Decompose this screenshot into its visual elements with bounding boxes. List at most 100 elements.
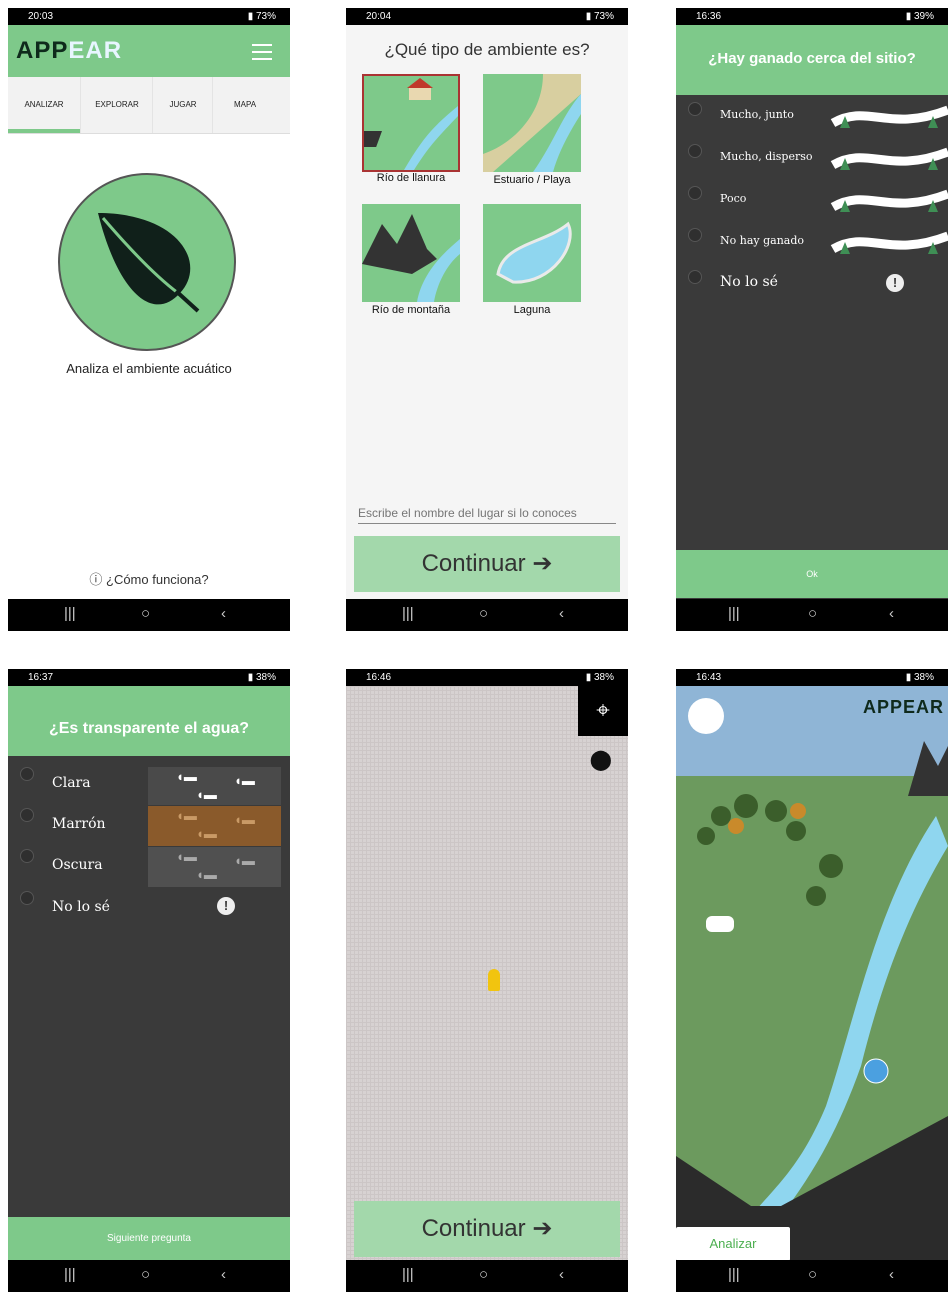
back-button[interactable]: ‹	[559, 605, 564, 622]
tab-mapa[interactable]: MAPA	[212, 77, 277, 133]
recent-apps-button[interactable]: |||	[64, 1266, 76, 1283]
screen-livestock: 16:36 ▮ 39% ¿Hay ganado cerca del sitio? …	[676, 8, 948, 631]
home-button[interactable]: ○	[479, 605, 488, 622]
rio-montana-image	[362, 204, 460, 302]
status-bar: 16:36 ▮ 39%	[676, 8, 948, 25]
question-title: ¿Qué tipo de ambiente es?	[384, 40, 590, 59]
dark-water-image: ◖▬ ◖▬ ◖▬	[148, 847, 281, 887]
recent-apps-button[interactable]: |||	[402, 605, 414, 622]
option-marron[interactable]: Marrón ◖▬ ◖▬ ◖▬	[8, 806, 290, 846]
recent-apps-button[interactable]: |||	[728, 1266, 740, 1283]
option-no-lo-se[interactable]: No lo sé !	[676, 266, 948, 306]
option-clara[interactable]: Clara ◖▬ ◖▬ ◖▬	[8, 765, 290, 805]
back-button[interactable]: ‹	[889, 1266, 894, 1283]
system-nav-bar: ||| ○ ‹	[346, 599, 628, 631]
tab-bar: ANALIZAR EXPLORAR JUGAR MAPA	[8, 77, 290, 134]
fish-icon: ◖▬	[196, 826, 217, 841]
place-name-input[interactable]	[358, 503, 616, 524]
back-button[interactable]: ‹	[889, 605, 894, 622]
rio-llanura-image	[362, 74, 460, 172]
leaf-icon	[98, 213, 200, 313]
fish-icon: ◖▬	[234, 773, 255, 788]
back-button[interactable]: ‹	[221, 605, 226, 622]
system-nav-bar: ||| ○ ‹	[8, 1260, 290, 1292]
status-bar: 16:46 ▮ 38%	[346, 669, 628, 686]
exclamation-icon: !	[217, 897, 235, 915]
home-button[interactable]: ○	[808, 605, 817, 622]
tab-jugar[interactable]: JUGAR	[152, 77, 213, 133]
how-it-works-link[interactable]: ⓘ ¿Cómo funciona?	[8, 569, 290, 588]
system-nav-bar: ||| ○ ‹	[676, 599, 948, 631]
home-button[interactable]: ○	[141, 1266, 150, 1283]
option-estuario-playa[interactable]: Estuario / Playa	[483, 74, 581, 189]
app-logo: APPEAR	[16, 37, 123, 64]
fish-icon: ◖▬	[234, 853, 255, 868]
status-bar: 20:03 ▮ 73%	[8, 8, 290, 25]
analyze-button[interactable]	[58, 173, 236, 351]
back-button[interactable]: ‹	[559, 1266, 564, 1283]
recent-apps-button[interactable]: |||	[64, 605, 76, 622]
home-button[interactable]: ○	[141, 605, 150, 622]
battery-level: 73%	[255, 11, 276, 22]
arrow-circle-icon: ➔	[532, 550, 553, 577]
tab-analizar[interactable]: ANALIZAR	[8, 77, 80, 133]
fish-icon: ◖▬	[176, 849, 197, 864]
system-nav-bar: ||| ○ ‹	[676, 1260, 948, 1292]
screen-landscape: 16:43 ▮ 38% APPEAR Analizar ||| ○ ‹	[676, 669, 948, 1292]
system-nav-bar: ||| ○ ‹	[346, 1260, 628, 1292]
clear-water-image: ◖▬ ◖▬ ◖▬	[148, 767, 281, 805]
my-location-button[interactable]: ⌖	[578, 686, 628, 736]
app-header: APPEAR	[8, 25, 290, 77]
option-mucho-junto[interactable]: Mucho, junto	[676, 98, 948, 138]
river-cattle-image	[830, 105, 948, 128]
home-button[interactable]: ○	[808, 1266, 817, 1283]
fish-icon: ◖▬	[176, 808, 197, 823]
option-laguna[interactable]: Laguna	[483, 204, 581, 319]
app-logo: APPEAR	[862, 697, 944, 717]
system-nav-bar: ||| ○ ‹	[8, 599, 290, 631]
back-button[interactable]: ‹	[221, 1266, 226, 1283]
screen-home: 20:03 ▮ 73% APPEAR ANALIZAR EXPLORAR JUGA…	[8, 8, 290, 631]
screen-water-clarity: 16:37 ▮ 38% ¿Es transparente el agua? Cla…	[8, 669, 290, 1292]
pegman-icon[interactable]	[488, 969, 500, 991]
option-rio-montana[interactable]: Río de montaña	[362, 204, 460, 319]
river-cattle-image	[830, 147, 948, 170]
next-question-button[interactable]: Siguiente pregunta	[8, 1217, 290, 1260]
exclamation-icon: !	[886, 274, 904, 292]
help-icon: ⓘ	[89, 572, 103, 587]
location-pin-icon[interactable]: ⬤	[590, 747, 612, 772]
recent-apps-button[interactable]: |||	[728, 605, 740, 622]
option-no-lo-se[interactable]: No lo sé !	[8, 889, 290, 929]
fish-icon: ◖▬	[196, 867, 217, 882]
fish-icon: ◖▬	[196, 787, 217, 802]
menu-icon[interactable]	[252, 44, 272, 60]
river-image	[830, 231, 948, 254]
continue-button[interactable]: Continuar ➔	[354, 536, 620, 592]
question-header: ¿Es transparente el agua?	[8, 686, 290, 756]
analyze-label: Analiza el ambiente acuático	[66, 361, 232, 376]
option-mucho-disperso[interactable]: Mucho, disperso	[676, 140, 948, 180]
continue-button[interactable]: Continuar ➔	[354, 1201, 620, 1257]
landscape-illustration	[676, 686, 948, 1260]
brown-water-image: ◖▬ ◖▬ ◖▬	[148, 806, 281, 846]
recent-apps-button[interactable]: |||	[402, 1266, 414, 1283]
option-rio-llanura[interactable]: Río de llanura	[362, 74, 460, 189]
screen-map: 16:46 ▮ 38% ⌖ ⬤ Continuar ➔ ||| ○ ‹	[346, 669, 628, 1292]
river-cattle-image	[830, 189, 948, 212]
estuario-image	[483, 74, 581, 172]
laguna-image	[483, 204, 581, 302]
tab-explorar[interactable]: EXPLORAR	[80, 77, 153, 133]
tab-indicator	[8, 129, 80, 133]
analyze-button[interactable]: Analizar	[676, 1227, 790, 1261]
arrow-circle-icon: ➔	[532, 1215, 553, 1242]
crosshair-icon: ⌖	[596, 697, 610, 724]
status-bar: 16:37 ▮ 38%	[8, 669, 290, 686]
fish-icon: ◖▬	[234, 812, 255, 827]
ok-button[interactable]: Ok	[676, 550, 948, 598]
option-no-hay-ganado[interactable]: No hay ganado	[676, 224, 948, 264]
option-oscura[interactable]: Oscura ◖▬ ◖▬ ◖▬	[8, 847, 290, 887]
option-poco[interactable]: Poco	[676, 182, 948, 222]
screen-environment-type: 20:04 ▮ 73% ¿Qué tipo de ambiente es? Río…	[346, 8, 628, 631]
map-area[interactable]	[346, 686, 628, 1260]
home-button[interactable]: ○	[479, 1266, 488, 1283]
